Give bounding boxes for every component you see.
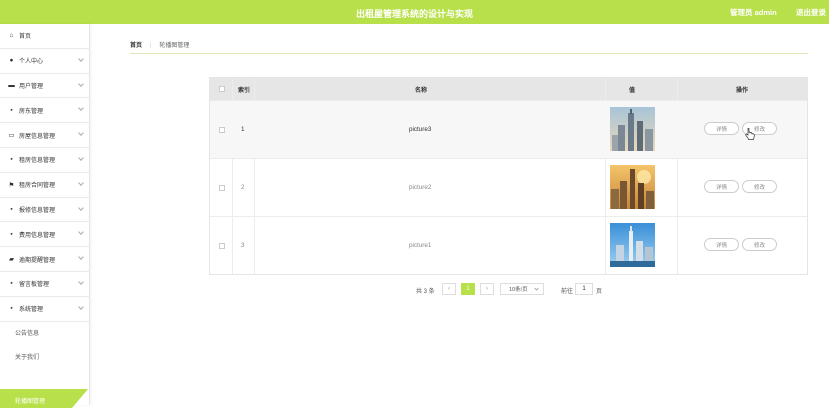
sidebar-item[interactable]: ▬ 用户管理 [0, 74, 90, 99]
sidebar-item-label: 房屋信息管理 [19, 133, 56, 140]
chevron-down-icon [78, 254, 84, 261]
sidebar-item[interactable]: ▪ 费用信息管理 [0, 222, 90, 248]
sidebar-item-label: 租房信息管理 [19, 158, 56, 165]
detail-button[interactable]: 详情 [704, 122, 739, 135]
chevron-down-icon [78, 130, 84, 137]
sidebar-subitem[interactable]: 关于我们 [0, 346, 90, 368]
sidebar-item-label: 留言板管理 [19, 282, 50, 289]
row-checkbox[interactable] [219, 243, 225, 249]
detail-button[interactable]: 详情 [704, 238, 739, 251]
chevron-down-icon [534, 286, 539, 291]
row-index: 3 [241, 242, 245, 249]
header-index: 索引 [238, 88, 251, 94]
table-header: 索引 名称 值 操作 [210, 78, 807, 100]
logout-link[interactable]: 退出登录 [796, 7, 826, 18]
chevron-down-icon [78, 105, 84, 112]
edit-button[interactable]: 修改 [742, 238, 777, 251]
header-name: 名称 [415, 88, 428, 94]
grid-icon: ▪ [10, 156, 13, 164]
sidebar-item[interactable]: ▪ 留言板管理 [0, 272, 90, 297]
home-icon: ⌂ [9, 32, 14, 40]
detail-button[interactable]: 详情 [704, 180, 739, 193]
admin-user-label: 管理员 admin [730, 8, 777, 17]
row-index: 1 [241, 126, 245, 133]
sidebar-item-label: 租房合同管理 [19, 183, 56, 190]
breadcrumb-home[interactable]: 首页 [130, 43, 142, 49]
grid-icon: ▪ [10, 106, 13, 114]
chevron-down-icon [78, 204, 84, 211]
grid-icon: ▪ [10, 205, 13, 213]
sidebar-subitem[interactable]: 公告信息 [0, 322, 90, 344]
top-header-bar: 出租屋管理系统的设计与实现 管理员 admin 退出登录 [0, 0, 829, 24]
sidebar-item[interactable]: ▪ 房东管理 [0, 98, 90, 124]
sidebar-item-label: 费用信息管理 [19, 232, 56, 239]
goto-label: 前往 [561, 289, 574, 295]
chevron-down-icon [78, 229, 84, 236]
sidebar-item[interactable]: ▪ 报修信息管理 [0, 198, 90, 223]
sidebar-item-label: 用户管理 [19, 83, 44, 90]
select-all-checkbox[interactable] [219, 86, 225, 92]
sidebar-item-label: 逾期提醒管理 [19, 257, 56, 264]
group-icon: ▬ [8, 81, 15, 89]
chevron-down-icon [78, 80, 84, 87]
breadcrumb-divider [130, 53, 808, 54]
row-image-thumbnail [610, 107, 655, 151]
flag-icon: ⚑ [8, 181, 15, 189]
app-title: 出租屋管理系统的设计与实现 [355, 9, 473, 19]
row-checkbox[interactable] [219, 185, 225, 191]
message-icon: ▰ [9, 256, 14, 264]
chevron-down-icon [78, 179, 84, 186]
row-checkbox[interactable] [219, 127, 225, 133]
sidebar-subitem-carousel[interactable]: 轮播图管理 [15, 396, 45, 405]
mouse-cursor-icon [745, 128, 755, 140]
sidebar-item[interactable]: ▪ 租房信息管理 [0, 148, 90, 173]
breadcrumb-separator: ⋮ [147, 43, 154, 49]
header-value: 值 [629, 88, 636, 94]
sidebar-item[interactable]: ⚑ 租房合同管理 [0, 173, 90, 198]
row-name: picture2 [409, 184, 432, 191]
sidebar-item-label: 系统管理 [19, 307, 44, 314]
chevron-down-icon [78, 55, 84, 62]
page-size-value: 10条/页 [509, 287, 528, 293]
row-image-thumbnail [610, 165, 655, 209]
table-row: 1 picture3 详情 修改 [210, 100, 807, 158]
page-unit-label: 页 [596, 289, 603, 295]
row-image-thumbnail [610, 223, 655, 267]
id-card-icon: ▭ [8, 132, 15, 140]
sidebar-item-label: 房东管理 [19, 108, 44, 115]
sidebar-item-label: 个人中心 [19, 59, 44, 66]
goto-page-input[interactable]: 1 [575, 283, 593, 295]
prev-page-button[interactable]: ‹ [442, 283, 456, 295]
sidebar-item[interactable]: ▰ 逾期提醒管理 [0, 247, 90, 272]
page-size-select[interactable]: 10条/页 [500, 283, 544, 295]
carousel-table: 索引 名称 值 操作 1 picture3 详情 修改 2 picture2 详… [209, 77, 808, 275]
table-row: 3 picture1 详情 修改 [210, 216, 807, 274]
pagination-total: 共 3 条 [416, 289, 435, 295]
breadcrumb: 首页 ⋮ 轮播图管理 [130, 40, 189, 49]
row-name: picture3 [409, 126, 432, 133]
sidebar-item-label: 首页 [19, 34, 32, 41]
sidebar-item[interactable]: ▭ 房屋信息管理 [0, 123, 90, 148]
sidebar-item-label: 报修信息管理 [19, 207, 56, 214]
sidebar-item[interactable]: ⌂ 首页 [0, 24, 90, 49]
person-icon: ● [9, 57, 14, 65]
sidebar-item[interactable]: ▪ 系统管理 [0, 297, 90, 322]
chevron-down-icon [78, 279, 84, 285]
header-actions: 操作 [736, 88, 749, 94]
breadcrumb-current: 轮播图管理 [159, 43, 190, 49]
chevron-down-icon [78, 155, 84, 161]
page-number-button[interactable]: 1 [461, 283, 475, 295]
next-page-button[interactable]: › [480, 283, 494, 295]
grid-icon: ▪ [10, 305, 13, 313]
row-index: 2 [241, 184, 245, 191]
sidebar-item[interactable]: ● 个人中心 [0, 49, 90, 74]
table-row: 2 picture2 详情 修改 [210, 158, 807, 216]
grid-icon: ▪ [10, 230, 13, 238]
row-name: picture1 [409, 242, 432, 249]
sidebar-menu: ⌂ 首页 ● 个人中心 ▬ 用户管理 ▪ 房东管理 ▭ 房屋信息管理 ▪ 租房信息管理 ⚑ 租房合同管理 ▪… [0, 24, 90, 408]
chevron-down-icon [78, 303, 84, 310]
grid-icon: ▪ [10, 280, 13, 288]
edit-button[interactable]: 修改 [742, 180, 777, 193]
